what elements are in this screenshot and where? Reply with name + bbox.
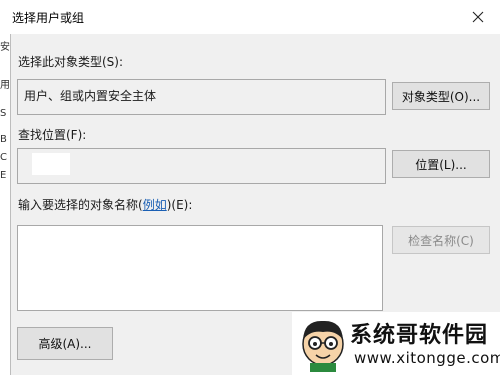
edge-text: C	[0, 152, 7, 163]
watermark: 系统哥软件园 www.xitongge.com	[292, 312, 500, 375]
location-field	[17, 148, 386, 184]
close-button[interactable]	[456, 0, 500, 34]
object-names-input[interactable]	[17, 225, 383, 311]
object-type-field: 用户、组或内置安全主体	[17, 79, 386, 115]
edge-text: 用	[0, 80, 10, 91]
edge-text: B	[0, 134, 7, 145]
select-users-or-groups-dialog: 安 用 S B C E 选择用户或组 选择此对象类型(S): 用户、组或内置安全…	[0, 0, 500, 375]
location-label: 查找位置(F):	[18, 128, 87, 142]
redacted-location	[32, 153, 70, 175]
locations-button[interactable]: 位置(L)...	[392, 150, 490, 178]
check-names-button[interactable]: 检查名称(C)	[392, 226, 490, 254]
object-type-value: 用户、组或内置安全主体	[24, 89, 157, 103]
object-types-button[interactable]: 对象类型(O)...	[392, 82, 490, 110]
advanced-button[interactable]: 高级(A)...	[17, 327, 113, 360]
edge-text: 安	[0, 42, 10, 53]
title-bar: 选择用户或组	[10, 0, 500, 34]
cartoon-mascot-icon	[302, 320, 344, 372]
examples-link[interactable]: 例如	[143, 198, 167, 212]
background-window-edge: 安 用 S B C E	[0, 0, 11, 375]
object-names-label: 输入要选择的对象名称(例如)(E):	[18, 196, 192, 213]
object-type-label: 选择此对象类型(S):	[18, 55, 124, 69]
window-title: 选择用户或组	[12, 11, 85, 25]
object-names-label-suffix: )(E):	[166, 198, 193, 212]
edge-text: E	[0, 170, 7, 181]
watermark-url: www.xitongge.com	[354, 349, 500, 367]
watermark-brand: 系统哥软件园	[350, 323, 489, 348]
edge-text: S	[0, 108, 7, 119]
object-names-label-prefix: 输入要选择的对象名称(	[18, 198, 143, 212]
close-icon	[472, 11, 484, 23]
